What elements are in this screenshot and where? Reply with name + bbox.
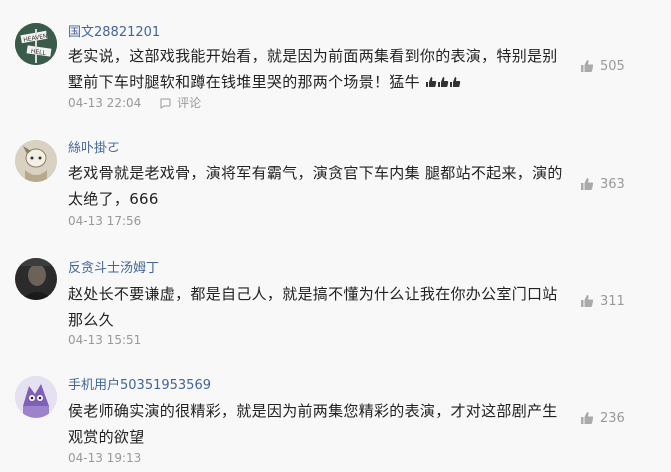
like-button[interactable]: 311 xyxy=(580,291,660,311)
avatar[interactable]: HEAVEN HELL xyxy=(15,23,57,65)
comment-meta: 04-13 15:51 xyxy=(68,332,141,348)
thumbs-up-icon xyxy=(437,77,449,87)
comment-time: 04-13 22:04 xyxy=(68,96,142,110)
avatar[interactable] xyxy=(15,376,57,418)
reply-label: 评论 xyxy=(177,96,202,110)
thumbs-up-emoji-group xyxy=(420,73,461,91)
comment-username[interactable]: 反贪斗士汤姆丁 xyxy=(68,261,159,277)
thumbs-up-icon xyxy=(581,412,594,424)
comment-item: 絲卟掛ㄛ 老戏骨就是老戏骨，演将军有霸气，演贪官下车内集 腿都站不起来，演的太绝… xyxy=(0,118,671,236)
comment-meta: 04-13 22:04 评论 xyxy=(68,95,201,111)
comment-item: HEAVEN HELL 国文28821201 老实说，这部戏我能开始看，就是因为… xyxy=(0,0,671,118)
like-count: 236 xyxy=(600,410,625,426)
comment-meta: 04-13 19:13 xyxy=(68,450,141,466)
comment-meta: 04-13 17:56 xyxy=(68,213,141,229)
comment-item: 手机用户50351953569 侯老师确实演的很精彩，就是因为前两集您精彩的表演… xyxy=(0,354,671,472)
comment-username[interactable]: 国文28821201 xyxy=(68,25,160,41)
like-button[interactable]: 236 xyxy=(580,408,660,428)
comment-time: 04-13 17:56 xyxy=(68,214,142,228)
thumbs-up-icon xyxy=(449,77,461,87)
thumbs-up-icon xyxy=(581,178,594,190)
thumbs-up-icon xyxy=(581,60,594,72)
like-count: 363 xyxy=(600,176,625,192)
comment-time: 04-13 15:51 xyxy=(68,333,142,347)
comment-item: 反贪斗士汤姆丁 赵处长不要谦虚，都是自己人，就是搞不懂为什么让我在你办公室门口站… xyxy=(0,236,671,354)
comment-time: 04-13 19:13 xyxy=(68,451,142,465)
like-count: 311 xyxy=(600,293,625,309)
avatar[interactable] xyxy=(15,140,57,182)
like-button[interactable]: 363 xyxy=(580,174,660,194)
comment-text: 赵处长不要谦虚，都是自己人，就是搞不懂为什么让我在你办公室门口站那么久 xyxy=(68,285,558,329)
like-count: 505 xyxy=(600,58,625,74)
comment-text: 侯老师确实演的很精彩，就是因为前两集您精彩的表演，才对这部剧产生观赏的欲望 xyxy=(68,402,558,446)
avatar[interactable] xyxy=(15,258,57,300)
like-button[interactable]: 505 xyxy=(580,56,660,76)
thumbs-up-icon xyxy=(425,77,437,87)
comment-username[interactable]: 手机用户50351953569 xyxy=(68,378,211,394)
thumbs-up-icon xyxy=(581,295,594,307)
comment-text: 老实说，这部戏我能开始看，就是因为前面两集看到你的表演，特别是别墅前下车时腿软和… xyxy=(68,43,568,95)
comment-text-body: 老实说，这部戏我能开始看，就是因为前面两集看到你的表演，特别是别墅前下车时腿软和… xyxy=(68,47,558,91)
comment-username[interactable]: 絲卟掛ㄛ xyxy=(68,141,120,157)
reply-button[interactable]: 评论 xyxy=(145,96,201,110)
comment-bubble-icon xyxy=(160,98,171,109)
comment-text: 老戏骨就是老戏骨，演将军有霸气，演贪官下车内集 腿都站不起来，演的太绝了，666 xyxy=(68,164,563,208)
